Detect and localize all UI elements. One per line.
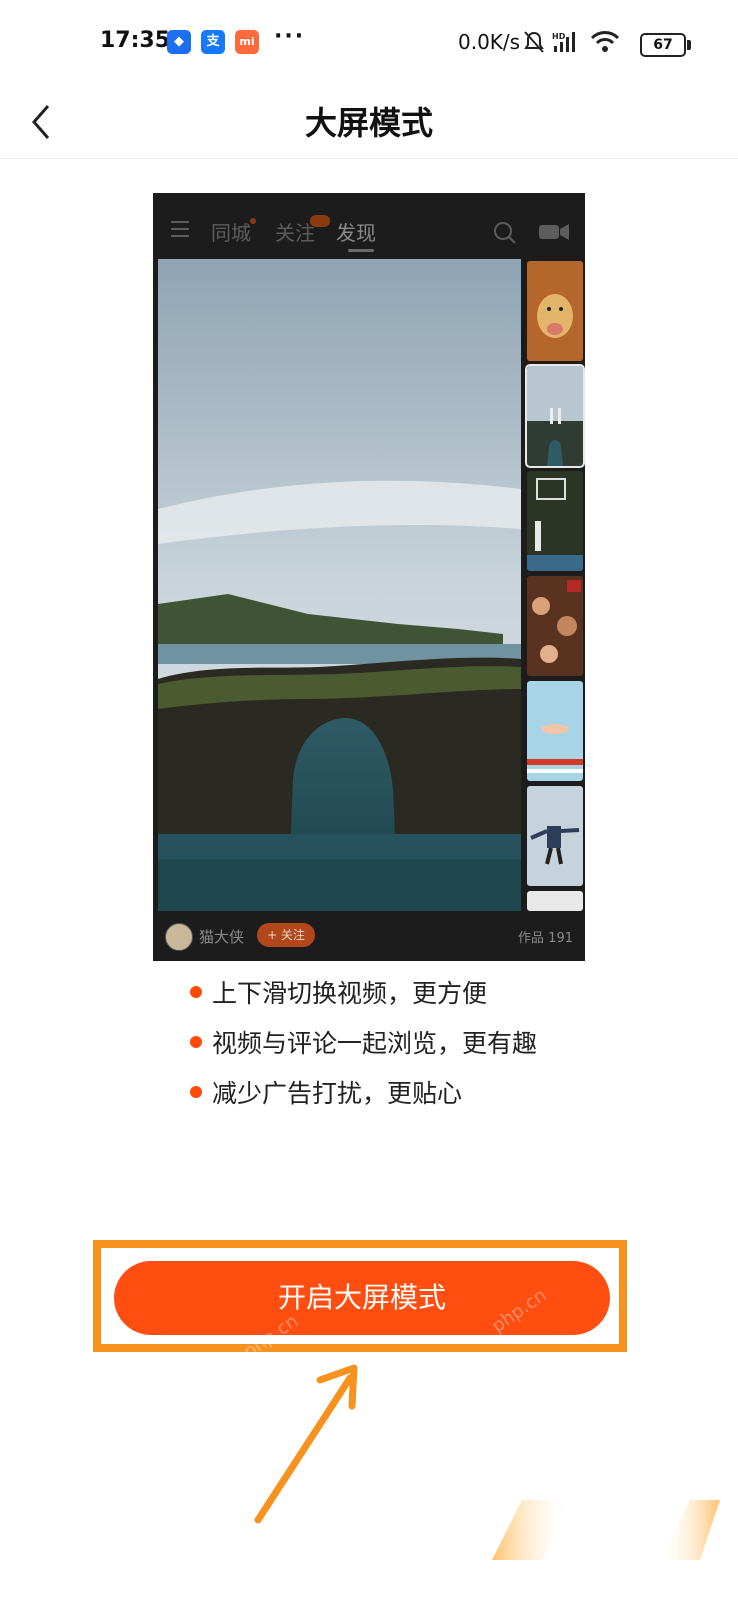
svg-text:HD: HD bbox=[552, 32, 566, 41]
wifi-icon bbox=[590, 31, 620, 52]
preview-follow-badge: + 关注 bbox=[257, 923, 315, 947]
decorative-blob bbox=[492, 1500, 572, 1560]
thumbnail-crowd bbox=[527, 576, 583, 676]
preview-tab-badge bbox=[310, 215, 330, 227]
preview-main-video bbox=[158, 259, 521, 911]
enable-large-screen-button[interactable]: 开启大屏模式 bbox=[114, 1261, 610, 1335]
alipay-blue-icon: ◆ bbox=[167, 30, 191, 54]
thumbnail-dog bbox=[527, 261, 583, 361]
preview-tab-discover: 发现 bbox=[336, 221, 376, 245]
preview-tab-local: 同城 bbox=[211, 221, 251, 245]
preview-author-name: 猫大侠 bbox=[199, 928, 245, 946]
feature-text: 视频与评论一起浏览，更有趣 bbox=[212, 1029, 538, 1058]
thumbnail-swimming bbox=[527, 681, 583, 781]
annotation-arrow-icon bbox=[254, 1364, 358, 1524]
header-bar: 大屏模式 bbox=[0, 88, 738, 159]
mute-bell-icon bbox=[524, 31, 544, 53]
page-title: 大屏模式 bbox=[304, 104, 433, 142]
dog-image bbox=[527, 261, 583, 361]
decorative-blob bbox=[660, 1500, 720, 1560]
feature-text: 减少广告打扰，更贴心 bbox=[212, 1079, 463, 1108]
crowd-image bbox=[527, 576, 583, 676]
network-speed: 0.0K/s bbox=[458, 30, 521, 54]
bullet-dot bbox=[190, 1086, 202, 1098]
large-screen-preview: 同城 关注 发现 猫大侠 + 关注 作品 191 bbox=[153, 193, 585, 961]
preview-tab-underline bbox=[348, 249, 374, 252]
sea-arch-image bbox=[158, 259, 521, 911]
preview-thumbnail-strip bbox=[525, 259, 585, 911]
feature-text: 上下滑切换视频，更方便 bbox=[212, 979, 488, 1008]
feature-item: 减少广告打扰，更贴心 bbox=[190, 1070, 610, 1120]
mi-icon: mi bbox=[235, 30, 259, 54]
search-icon bbox=[494, 222, 516, 244]
thumbnail-basketball bbox=[527, 471, 583, 571]
avatar bbox=[165, 923, 193, 951]
bullet-dot bbox=[190, 1036, 202, 1048]
signal-hd-icon: HD bbox=[552, 32, 575, 52]
overflow-dots: ··· bbox=[274, 24, 306, 49]
swimming-image bbox=[527, 681, 583, 781]
status-time: 17:35 bbox=[100, 28, 171, 53]
thumbnail-sea-arch bbox=[525, 364, 585, 468]
feature-list: 上下滑切换视频，更方便 视频与评论一起浏览，更有趣 减少广告打扰，更贴心 bbox=[190, 970, 610, 1120]
preview-bottom-bar: 猫大侠 + 关注 作品 191 bbox=[153, 911, 585, 961]
jump-image bbox=[527, 786, 583, 886]
status-bar: 17:35 ◆ 支 mi ··· 0.0K/s HD 67 bbox=[0, 0, 738, 88]
thumbnail-jump bbox=[527, 786, 583, 886]
menu-icon bbox=[171, 221, 189, 237]
feature-item: 上下滑切换视频，更方便 bbox=[190, 970, 610, 1020]
bullet-dot bbox=[190, 986, 202, 998]
basketball-image bbox=[527, 471, 583, 571]
preview-tab-dot bbox=[250, 218, 256, 224]
battery-indicator: 67 bbox=[640, 33, 691, 57]
camera-icon bbox=[539, 224, 569, 240]
thumbnail-partial bbox=[527, 891, 583, 911]
feature-item: 视频与评论一起浏览，更有趣 bbox=[190, 1020, 610, 1070]
preview-works-count: 作品 191 bbox=[518, 931, 573, 946]
preview-tab-follow: 关注 bbox=[275, 221, 315, 245]
pause-icon bbox=[550, 408, 561, 424]
alipay-icon: 支 bbox=[201, 30, 225, 54]
preview-top-bar: 同城 关注 发现 bbox=[153, 193, 585, 259]
